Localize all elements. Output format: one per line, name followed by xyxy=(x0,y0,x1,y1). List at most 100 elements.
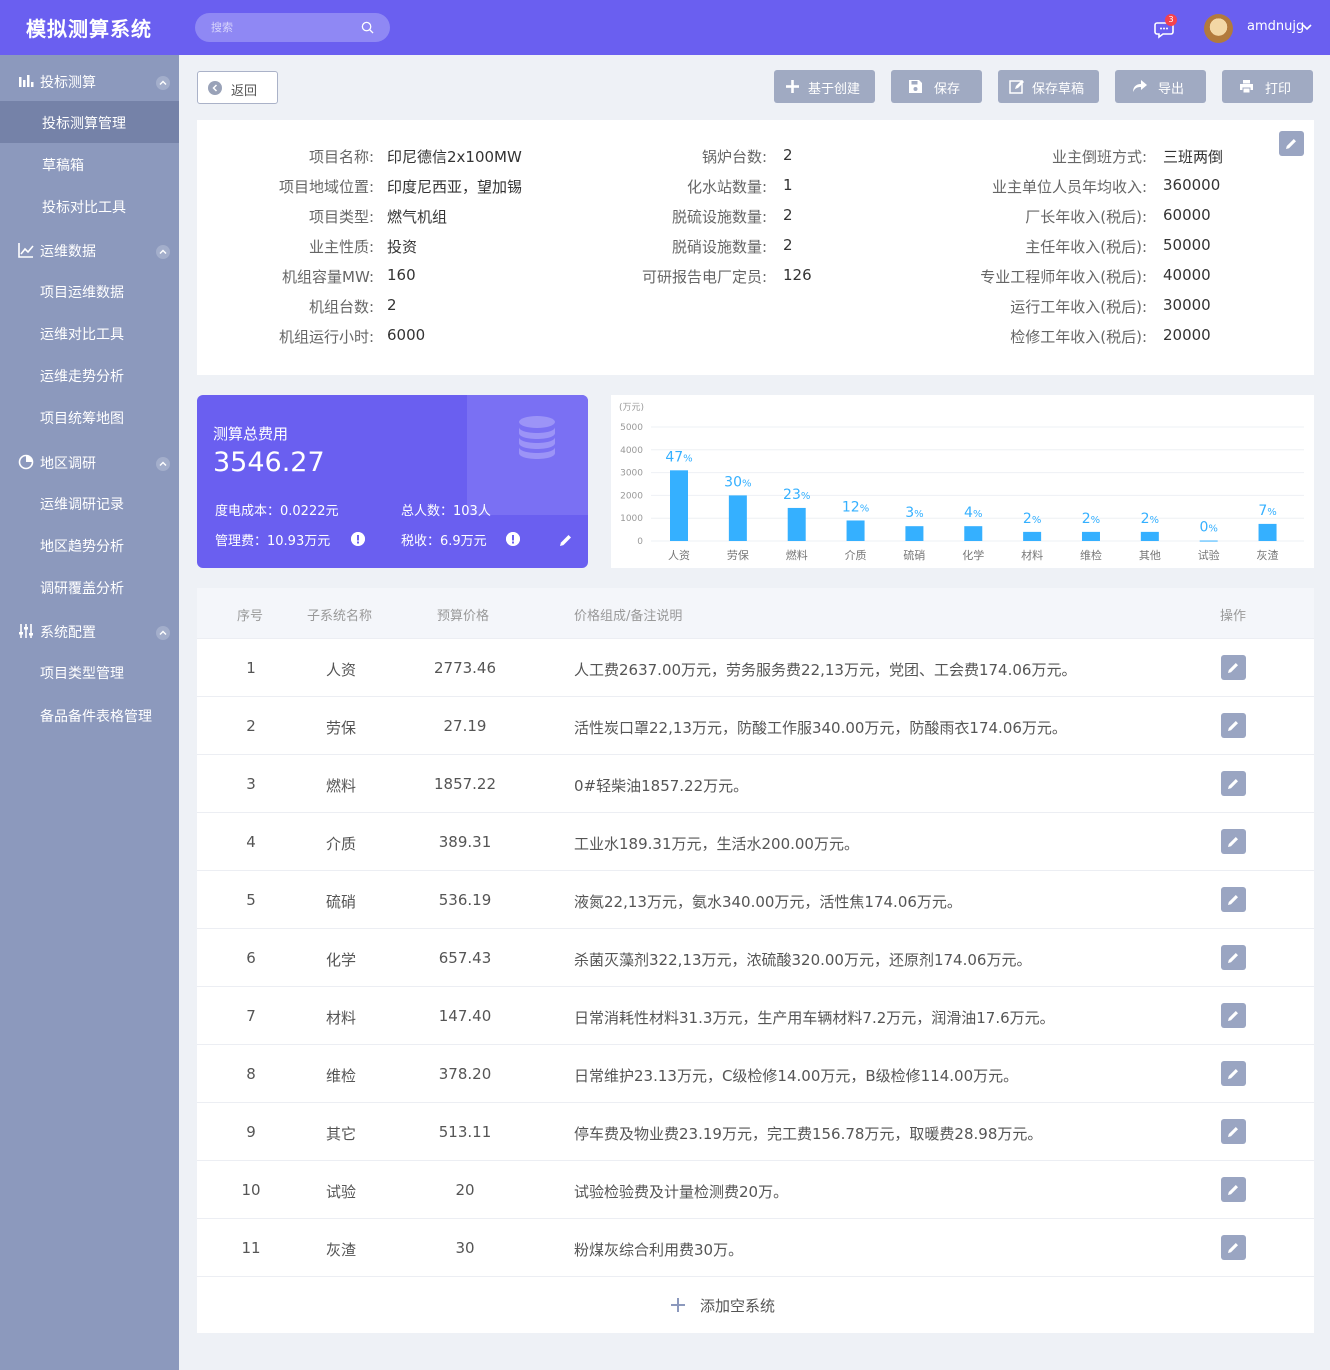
print-button[interactable]: 打印 xyxy=(1222,70,1313,103)
cell-no: 3 xyxy=(246,775,256,793)
chevron-up-icon[interactable] xyxy=(156,626,170,640)
add-subsystem-button[interactable]: 添加空系统 xyxy=(197,1276,1314,1333)
row-edit-button[interactable] xyxy=(1221,1235,1246,1260)
plus-icon xyxy=(786,80,799,93)
row-edit-button[interactable] xyxy=(1221,1119,1246,1144)
exclamation-icon[interactable] xyxy=(351,532,365,546)
data-label: 2% xyxy=(1023,511,1041,527)
sidebar-item-label: 运维对比工具 xyxy=(40,327,124,343)
cell-no: 6 xyxy=(246,949,256,967)
bar xyxy=(1199,540,1218,542)
edit-info-button[interactable] xyxy=(1279,131,1304,156)
chevron-up-icon[interactable] xyxy=(156,76,170,90)
sidebar-item-label: 项目统筹地图 xyxy=(40,411,124,427)
cell-no: 8 xyxy=(246,1065,256,1083)
chevron-up-icon[interactable] xyxy=(156,457,170,471)
cell-no: 2 xyxy=(246,717,256,735)
sliders-icon xyxy=(19,624,33,638)
info-value: 三班两倒 xyxy=(1163,148,1224,166)
bar-chart-svg: (万元) 0 1000 2000 3000 4000 5000 47% 人资 30% 劳保 23% 燃料… xyxy=(619,403,1304,562)
cell-price: 657.43 xyxy=(438,949,492,967)
pencil-icon xyxy=(1228,663,1238,673)
row-edit-button[interactable] xyxy=(1221,1003,1246,1028)
y-tick-label: 3000 xyxy=(620,469,643,479)
table-row: 5 硫硝 536.19 液氮22,13万元，氨水340.00万元，活性焦174.06万… xyxy=(197,870,1314,928)
bar xyxy=(1023,531,1042,541)
sidebar-item-project-types[interactable]: 项目类型管理 xyxy=(0,651,179,693)
sidebar-item-label: 运维走势分析 xyxy=(40,369,124,385)
chevron-up-icon[interactable] xyxy=(156,245,170,259)
cell-name: 其它 xyxy=(325,1125,356,1143)
cell-no: 4 xyxy=(246,833,256,851)
cell-price: 1857.22 xyxy=(433,775,497,793)
sidebar-item-drafts[interactable]: 草稿箱 xyxy=(0,143,179,185)
cell-note: 停车费及物业费23.19万元，完工费156.78万元，取暖费28.98万元。 xyxy=(574,1125,1043,1143)
print-label: 打印 xyxy=(1265,82,1292,97)
row-edit-button[interactable] xyxy=(1221,771,1246,796)
pencil-icon xyxy=(1286,139,1296,149)
sidebar-item-ops-trend[interactable]: 运维走势分析 xyxy=(0,354,179,396)
search-icon[interactable] xyxy=(361,21,374,34)
exclamation-icon[interactable] xyxy=(506,532,520,546)
x-tick-label: 其他 xyxy=(1139,549,1161,562)
row-edit-button[interactable] xyxy=(1221,887,1246,912)
cell-price: 2773.46 xyxy=(433,659,497,677)
create-from-button[interactable]: 基于创建 xyxy=(774,70,875,103)
save-button[interactable]: 保存 xyxy=(891,70,982,103)
search-input[interactable] xyxy=(211,18,361,37)
row-edit-button[interactable] xyxy=(1221,655,1246,680)
avatar[interactable] xyxy=(1204,14,1233,43)
sidebar-item-project-map[interactable]: 项目统筹地图 xyxy=(0,396,179,438)
cell-name: 维检 xyxy=(325,1067,356,1085)
sidebar-group-bidding[interactable]: 投标测算 xyxy=(0,59,179,101)
table-row: 6 化学 657.43 杀菌灭藻剂322,13万元，浓硫酸320.00万元，还原剂17… xyxy=(197,928,1314,986)
sidebar-item-bidding-compare[interactable]: 投标对比工具 xyxy=(0,185,179,227)
save-draft-button[interactable]: 保存草稿 xyxy=(998,70,1099,103)
cell-no: 7 xyxy=(246,1007,256,1025)
export-button[interactable]: 导出 xyxy=(1115,70,1206,103)
row-edit-button[interactable] xyxy=(1221,713,1246,738)
back-button[interactable]: 返回 xyxy=(197,71,278,104)
headcount: 总人数：103人 xyxy=(401,504,491,519)
cell-name: 劳保 xyxy=(325,719,356,737)
row-edit-button[interactable] xyxy=(1221,945,1246,970)
sidebar-group-region[interactable]: 地区调研 xyxy=(0,440,179,482)
table-row: 3 燃料 1857.22 0#轻柴油1857.22万元。 xyxy=(197,754,1314,812)
sidebar-item-ops-data[interactable]: 项目运维数据 xyxy=(0,270,179,312)
x-tick-label: 劳保 xyxy=(727,548,749,562)
back-label: 返回 xyxy=(231,84,258,99)
sidebar-item-spare-parts[interactable]: 备品备件表格管理 xyxy=(0,694,179,736)
chart-unit-label: (万元) xyxy=(619,403,644,413)
pencil-icon xyxy=(1228,1011,1238,1021)
sidebar-item-bidding-manage[interactable]: 投标测算管理 xyxy=(0,101,179,143)
pencil-icon xyxy=(1228,1243,1238,1253)
sidebar-item-survey-coverage[interactable]: 调研覆盖分析 xyxy=(0,566,179,608)
sidebar-group-ops[interactable]: 运维数据 xyxy=(0,228,179,270)
pencil-icon xyxy=(1228,1185,1238,1195)
sidebar-item-survey-records[interactable]: 运维调研记录 xyxy=(0,482,179,524)
info-label: 厂长年收入(税后): xyxy=(1025,208,1147,226)
pie-chart-icon xyxy=(18,454,34,470)
row-edit-button[interactable] xyxy=(1221,1061,1246,1086)
cell-note: 粉煤灰综合利用费30万。 xyxy=(574,1241,744,1259)
y-tick-label: 1000 xyxy=(620,514,643,524)
chevron-down-icon[interactable] xyxy=(1301,21,1313,33)
sidebar-item-region-trend[interactable]: 地区趋势分析 xyxy=(0,524,179,566)
table-row: 1 人资 2773.46 人工费2637.00万元，劳务服务费22,13万元，党团、工… xyxy=(197,638,1314,696)
tax: 税收：6.9万元 xyxy=(401,534,487,549)
cost-bar-chart: (万元) 0 1000 2000 3000 4000 5000 47% 人资 30% 劳保 23% 燃料… xyxy=(611,395,1314,568)
table-row: 10 试验 20 试验检验费及计量检测费20万。 xyxy=(197,1160,1314,1218)
message-button[interactable]: 3 xyxy=(1154,14,1177,40)
pencil-icon[interactable] xyxy=(559,533,573,547)
row-edit-button[interactable] xyxy=(1221,1177,1246,1202)
row-edit-button[interactable] xyxy=(1221,829,1246,854)
printer-icon xyxy=(1240,80,1253,94)
sidebar-item-label: 投标对比工具 xyxy=(42,200,126,216)
username[interactable]: amdnujg xyxy=(1247,19,1304,34)
search-box[interactable] xyxy=(195,13,390,42)
bar xyxy=(670,470,688,541)
project-info-panel: 项目名称: 印尼德信2x100MW 项目地域位置: 印度尼西亚，望加锡 项目类型: 燃气机… xyxy=(197,120,1314,375)
sidebar-group-config[interactable]: 系统配置 xyxy=(0,609,179,651)
data-label: 30% xyxy=(724,474,751,490)
sidebar-item-ops-compare[interactable]: 运维对比工具 xyxy=(0,312,179,354)
